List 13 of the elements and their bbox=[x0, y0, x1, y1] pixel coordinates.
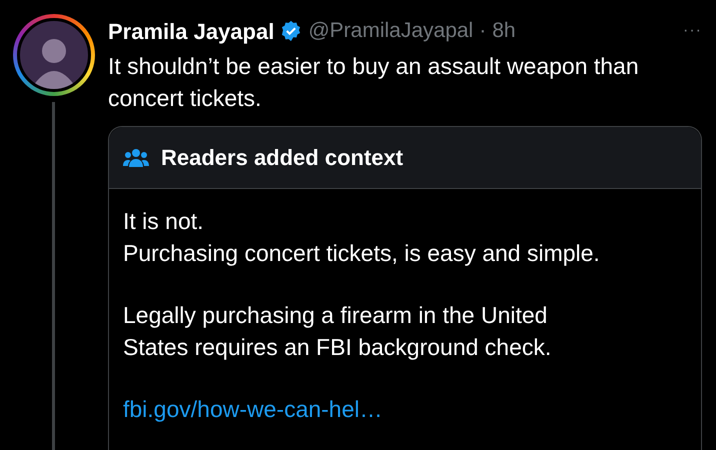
source-link[interactable]: fbi.gov/how-we-can-hel… bbox=[123, 393, 383, 425]
context-text: It is not. bbox=[123, 207, 205, 236]
post-time[interactable]: 8h bbox=[492, 15, 516, 47]
context-title: Readers added context bbox=[161, 144, 404, 172]
people-icon bbox=[123, 146, 149, 168]
more-options-button[interactable]: ··· bbox=[683, 19, 702, 43]
context-text: Purchasing concert tickets, is easy and simple. bbox=[123, 239, 601, 268]
context-text: Legally purchasing a firearm in the United bbox=[123, 301, 548, 330]
context-text: States requires an FBI background check. bbox=[123, 333, 552, 362]
user-handle[interactable]: @PramilaJayapal bbox=[308, 15, 474, 47]
author-name[interactable]: Pramila Jayapal bbox=[108, 14, 274, 48]
tweet-text: It shouldn’t be easier to buy an assault weapon than concert tickets. bbox=[108, 52, 640, 113]
separator-dot: · bbox=[479, 18, 486, 44]
